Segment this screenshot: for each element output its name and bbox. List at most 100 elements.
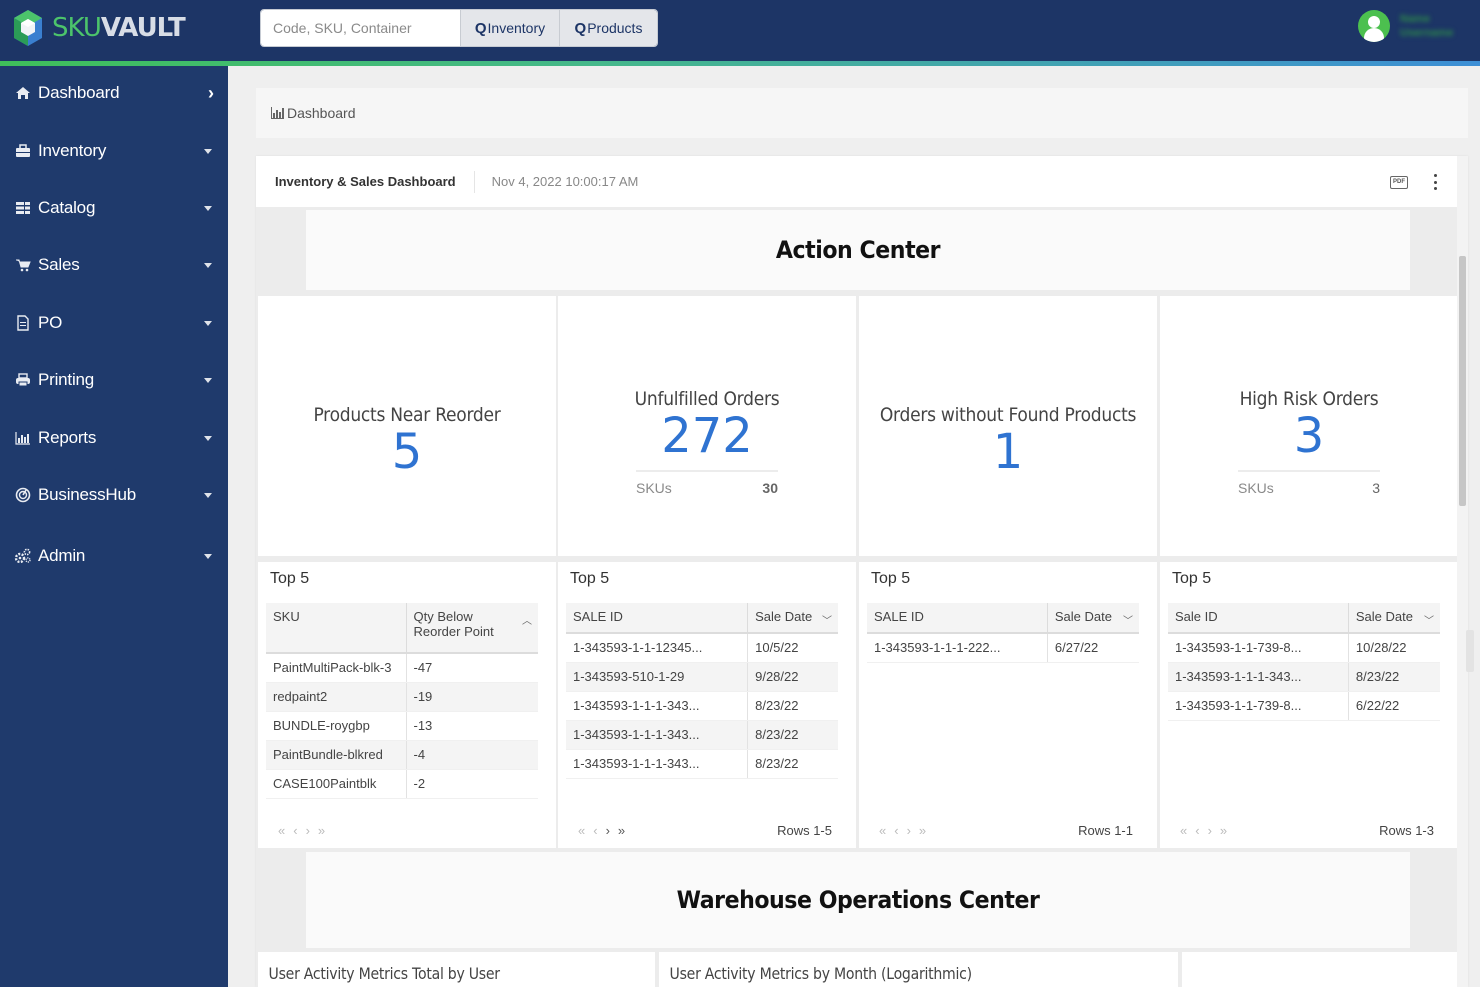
previous-page-icon[interactable]: ‹	[1195, 823, 1199, 838]
sidebar-item-po[interactable]: PO	[0, 300, 228, 346]
kpi-sub-value: 30	[762, 480, 778, 496]
kpi-orders-without-found-products[interactable]: Orders without Found Products 1	[859, 296, 1157, 556]
chevron-down-icon[interactable]: ﹀	[1123, 612, 1133, 627]
column-header[interactable]: SKU	[266, 603, 407, 654]
search-inventory-button[interactable]: Q Inventory	[460, 10, 559, 46]
table-row[interactable]: PaintMultiPack-blk-3 -47	[266, 653, 538, 683]
top5-unfulfilled-orders: Top 5 SALE ID Sale Date ﹀ 1-343593-1-1-12345…	[558, 562, 856, 848]
sidebar-item-inventory[interactable]: Inventory	[0, 128, 228, 174]
pdf-export-icon[interactable]: PDF	[1390, 176, 1408, 189]
kpi-value: 272	[661, 408, 753, 464]
first-page-icon[interactable]: «	[879, 823, 886, 838]
cart-icon	[14, 256, 32, 274]
table-row[interactable]: 1-343593-1-1-739-8... 10/28/22	[1168, 633, 1440, 663]
sidebar-item-label: Dashboard	[38, 83, 120, 102]
last-page-icon[interactable]: »	[318, 823, 325, 838]
search-products-button[interactable]: Q Products	[559, 10, 657, 46]
sidebar-item-dashboard[interactable]: Dashboard ›	[0, 70, 228, 116]
sort-ascending-icon[interactable]: ︿	[522, 612, 532, 627]
table-pager: « ‹ › »	[879, 823, 926, 838]
warehouse-card-3	[1182, 952, 1458, 987]
table-row[interactable]: 1-343593-1-1-1-343... 8/23/22	[1168, 662, 1440, 692]
sidebar-item-catalog[interactable]: Catalog	[0, 185, 228, 231]
kpi-high-risk-orders[interactable]: High Risk Orders 3 SKUs 3	[1160, 296, 1458, 556]
next-page-icon[interactable]: ›	[1208, 823, 1212, 838]
column-header-label: Sale Date	[755, 609, 813, 624]
sidebar-item-reports[interactable]: Reports	[0, 415, 228, 461]
kpi-unfulfilled-orders[interactable]: Unfulfilled Orders 272 SKUs 30	[558, 296, 856, 556]
dashboard-content: Action Center Products Near Reorder 5 Un…	[256, 208, 1468, 987]
table-title: Top 5	[871, 570, 911, 587]
table-row[interactable]: 1-343593-1-1-12345... 10/5/22	[566, 633, 838, 663]
card-title: User Activity Metrics Total by User	[268, 964, 501, 983]
table-title: Top 5	[570, 570, 610, 587]
side-drawer-handle[interactable]	[1466, 630, 1474, 672]
more-options-icon[interactable]	[1432, 174, 1438, 190]
panel-header: Inventory & Sales Dashboard Nov 4, 2022 …	[256, 156, 1468, 208]
skuvault-logo[interactable]: SKUVAULT	[12, 9, 186, 47]
table-cell: 10/5/22	[747, 633, 838, 663]
next-page-icon[interactable]: ›	[306, 823, 310, 838]
kpi-title: High Risk Orders	[1239, 388, 1379, 410]
breadcrumb-dashboard[interactable]: Dashboard	[287, 105, 356, 121]
sidebar-item-label: Sales	[38, 255, 80, 274]
first-page-icon[interactable]: «	[278, 823, 285, 838]
table-header-row: SKU Qty Below Reorder Point ︿	[266, 603, 538, 654]
caret-down-icon	[204, 377, 212, 383]
table-cell: 6/22/22	[1348, 691, 1440, 721]
sidebar-item-printing[interactable]: Printing	[0, 357, 228, 403]
sidebar-item-businesshub[interactable]: BusinessHub	[0, 472, 228, 518]
sidebar-item-label: Printing	[38, 370, 95, 389]
kpi-value: 1	[992, 424, 1024, 480]
previous-page-icon[interactable]: ‹	[894, 823, 898, 838]
top5-orders-without-found-products: Top 5 SALE ID Sale Date ﹀ 1-343593-1-1-1-222…	[859, 562, 1157, 848]
warehouse-operations-heading: Warehouse Operations Center	[306, 852, 1410, 948]
column-header[interactable]: Qty Below Reorder Point ︿	[406, 603, 538, 654]
table-row[interactable]: 1-343593-510-1-29 9/28/22	[566, 662, 838, 692]
user-menu[interactable]: Name Username	[1358, 10, 1453, 42]
table-row[interactable]: 1-343593-1-1-1-343... 8/23/22	[566, 749, 838, 779]
sidebar-item-admin[interactable]: Admin	[0, 533, 228, 579]
next-page-icon[interactable]: ›	[907, 823, 911, 838]
kpi-sub-metric: SKUs 30	[636, 470, 778, 496]
table-row[interactable]: BUNDLE-roygbp -13	[266, 711, 538, 741]
table-row[interactable]: 1-343593-1-1-1-222... 6/27/22	[867, 633, 1139, 663]
document-icon	[14, 314, 32, 332]
table-row[interactable]: CASE100Paintblk -2	[266, 769, 538, 799]
top-bar: SKUVAULT QInventory QProducts Name Usern…	[0, 0, 1480, 61]
sidebar-item-label: PO	[38, 313, 63, 332]
briefcase-icon	[14, 142, 32, 160]
first-page-icon[interactable]: «	[578, 823, 585, 838]
table-row[interactable]: 1-343593-1-1-1-343... 8/23/22	[566, 720, 838, 750]
column-header[interactable]: Sale Date ﹀	[1348, 603, 1440, 634]
rows-count-label: Rows 1-1	[1078, 823, 1133, 838]
chevron-down-icon[interactable]: ﹀	[1424, 612, 1434, 627]
chevron-down-icon[interactable]: ﹀	[822, 612, 832, 627]
last-page-icon[interactable]: »	[919, 823, 926, 838]
kpi-products-near-reorder[interactable]: Products Near Reorder 5	[258, 296, 556, 556]
table-row[interactable]: PaintBundle-blkred -4	[266, 740, 538, 770]
column-header[interactable]: SALE ID	[566, 603, 749, 634]
table-row[interactable]: 1-343593-1-1-1-343... 8/23/22	[566, 691, 838, 721]
brand-name: SKUVAULT	[52, 13, 186, 43]
last-page-icon[interactable]: »	[1220, 823, 1227, 838]
column-header-label: SALE ID	[874, 609, 924, 624]
last-page-icon[interactable]: »	[618, 823, 625, 838]
column-header[interactable]: SALE ID	[867, 603, 1048, 634]
first-page-icon[interactable]: «	[1180, 823, 1187, 838]
table-row[interactable]: redpaint2 -19	[266, 682, 538, 712]
column-header[interactable]: Sale ID	[1168, 603, 1349, 634]
column-header[interactable]: Sale Date ﹀	[747, 603, 838, 634]
previous-page-icon[interactable]: ‹	[593, 823, 597, 838]
brand-sku: SKU	[52, 13, 102, 43]
column-header[interactable]: Sale Date ﹀	[1047, 603, 1139, 634]
next-page-icon[interactable]: ›	[606, 823, 610, 838]
catalog-icon	[14, 199, 32, 217]
sidebar-item-sales[interactable]: Sales	[0, 242, 228, 288]
user-activity-month-card: User Activity Metrics by Month (Logarith…	[659, 952, 1178, 987]
panel-scrollbar-thumb[interactable]	[1459, 256, 1466, 506]
search-input[interactable]	[261, 10, 460, 46]
previous-page-icon[interactable]: ‹	[293, 823, 297, 838]
caret-down-icon	[204, 205, 212, 211]
table-row[interactable]: 1-343593-1-1-739-8... 6/22/22	[1168, 691, 1440, 721]
